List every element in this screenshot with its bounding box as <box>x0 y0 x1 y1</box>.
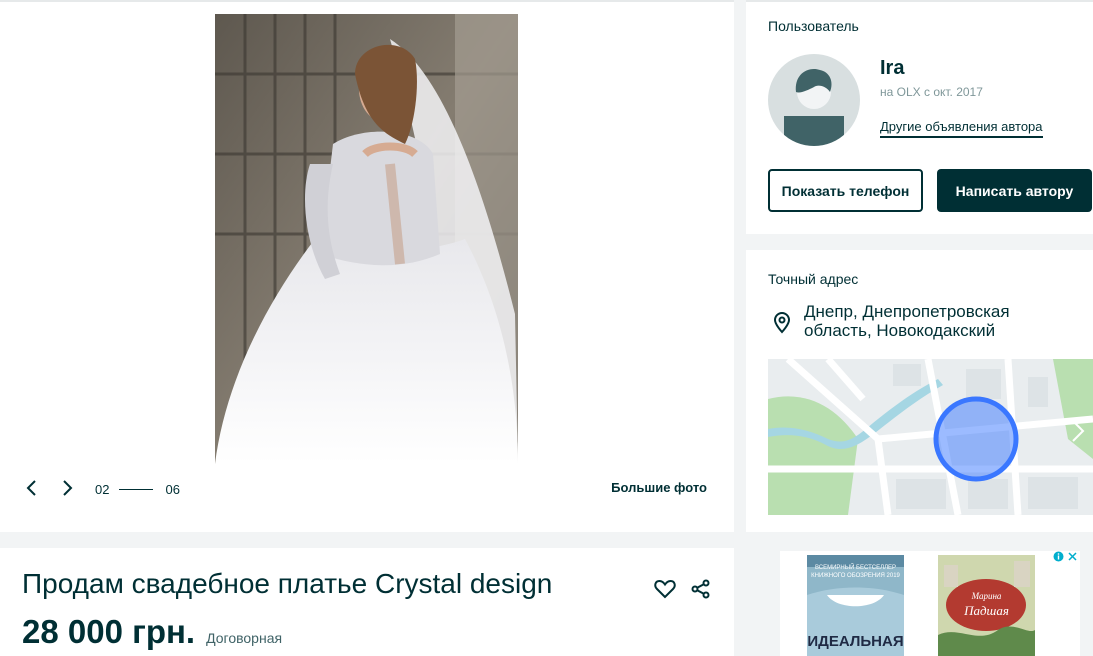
advertisement-block[interactable]: ВСЕМИРНЫЙ БЕСТСЕЛЛЕР КНИЖНОГО ОБОЗРЕНИЯ … <box>780 551 1080 656</box>
ad-book-2-author: Марина <box>971 591 1002 601</box>
show-phone-button[interactable]: Показать телефон <box>768 169 923 212</box>
avatar <box>768 54 860 146</box>
ad-controls <box>1053 551 1078 562</box>
location-section-label: Точный адрес <box>768 271 859 287</box>
negotiable-label: Договорная <box>206 630 283 646</box>
listing-title: Продам свадебное платье Crystal design <box>22 568 553 599</box>
seller-section-label: Пользователь <box>768 18 859 34</box>
next-photo-button[interactable] <box>55 476 79 500</box>
chevron-left-icon <box>20 476 44 500</box>
share-icon[interactable] <box>690 578 712 600</box>
chevron-right-icon <box>55 476 79 500</box>
listing-price: 28 000 грн. <box>22 613 196 650</box>
ad-close-icon[interactable] <box>1067 551 1078 562</box>
listing-photo[interactable] <box>215 14 518 464</box>
seller-member-since: на OLX с окт. 2017 <box>880 85 983 99</box>
ad-book-1[interactable]: ВСЕМИРНЫЙ БЕСТСЕЛЛЕР КНИЖНОГО ОБОЗРЕНИЯ … <box>807 555 904 656</box>
write-author-button[interactable]: Написать автору <box>937 169 1092 212</box>
favorite-heart-icon[interactable] <box>654 578 676 600</box>
ad-book-2[interactable]: Марина Падшая <box>938 555 1035 656</box>
ad-book-1-top-text: ВСЕМИРНЫЙ БЕСТСЕЛЛЕР <box>814 565 897 571</box>
total-photo-number: 06 <box>165 482 180 497</box>
ad-book-1-title: ИДЕАЛЬНАЯ <box>807 633 904 650</box>
location-card: Точный адрес Днепр, Днепропетровская обл… <box>746 250 1093 532</box>
ad-book-2-title: Падшая <box>964 603 1009 618</box>
price-row: 28 000 грн. Договорная <box>22 613 282 651</box>
ad-book-1-sub-text: КНИЖНОГО ОБОЗРЕНИЯ 2019 <box>811 573 900 579</box>
location-address: Днепр, Днепропетровская область, Новокод… <box>804 302 1010 340</box>
photo-counter: 02 06 <box>95 482 180 497</box>
counter-divider <box>119 489 154 490</box>
listing-summary: Продам свадебное платье Crystal design 2… <box>0 548 734 656</box>
listing-actions <box>654 578 712 600</box>
ad-info-icon[interactable] <box>1053 551 1064 562</box>
prev-photo-button[interactable] <box>20 476 44 500</box>
other-ads-link[interactable]: Другие объявления автора <box>880 119 1043 138</box>
location-map[interactable] <box>768 359 1093 515</box>
current-photo-number: 02 <box>95 482 110 497</box>
photo-gallery: 02 06 Большие фото <box>0 0 734 532</box>
location-pin-icon <box>773 312 791 339</box>
seller-name: Ira <box>880 57 905 79</box>
seller-card: Пользователь Ira на OLX с окт. 2017 Друг… <box>746 0 1093 234</box>
big-photo-link[interactable]: Большие фото <box>611 480 707 495</box>
